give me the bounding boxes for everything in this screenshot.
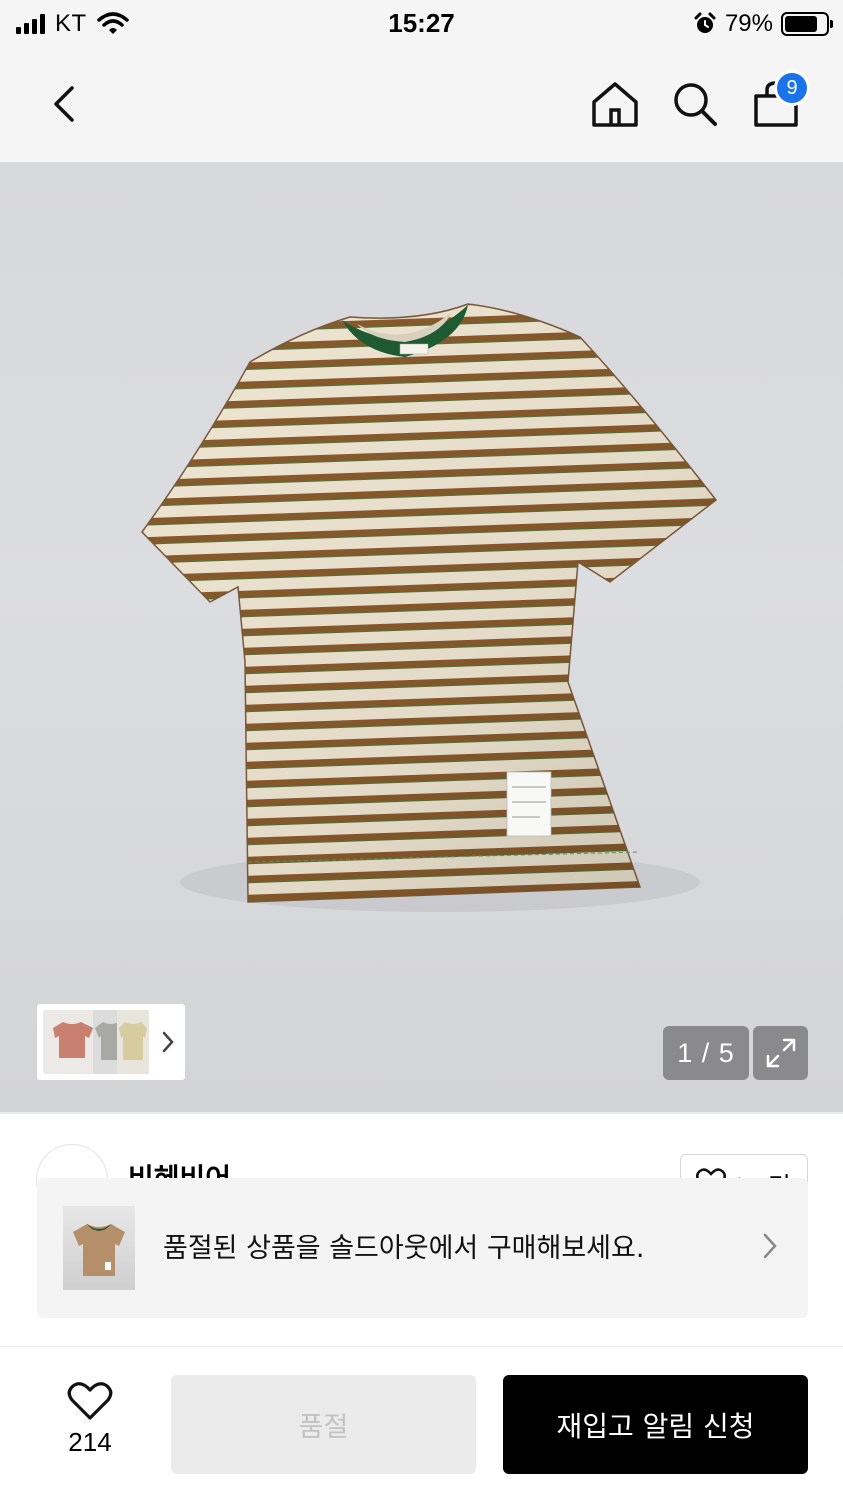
- soldout-marketplace-banner[interactable]: 품절된 상품을 솔드아웃에서 구매해보세요.: [37, 1178, 808, 1318]
- banner-product-thumbnail: [63, 1206, 135, 1290]
- thumbnail-tshirt-beige: [119, 1022, 147, 1060]
- search-icon: [674, 83, 717, 126]
- soldout-button: 품절: [171, 1375, 476, 1474]
- product-image-gallery[interactable]: 1 / 5: [0, 162, 843, 1112]
- status-right: 79%: [693, 8, 833, 40]
- wishlist-count: 214: [68, 1427, 112, 1457]
- heart-icon: [67, 1382, 113, 1420]
- home-button[interactable]: [583, 72, 647, 136]
- restock-alert-button[interactable]: 재입고 알림 신청: [503, 1375, 808, 1474]
- bottom-action-bar: 214 품절 재입고 알림 신청: [0, 1346, 843, 1500]
- cart-count-badge: 9: [774, 70, 810, 106]
- banner-text: 품절된 상품을 솔드아웃에서 구매해보세요.: [163, 1233, 645, 1264]
- product-info-section: 비헤비어 2.1만 품절된 상품을 솔드아웃에서 구매해보세요.: [0, 1112, 843, 1346]
- product-photo-striped-tshirt: [141, 303, 718, 912]
- banner-tshirt-image: [73, 1224, 125, 1276]
- wishlist-button[interactable]: 214: [50, 1381, 130, 1471]
- chevron-right-icon: [763, 1233, 777, 1259]
- image-counter: 1 / 5: [663, 1026, 749, 1080]
- search-button[interactable]: [663, 72, 727, 136]
- battery-percentage: 79%: [724, 10, 773, 37]
- fullscreen-button[interactable]: [753, 1026, 808, 1080]
- battery-icon: [781, 12, 833, 36]
- back-button[interactable]: [32, 72, 96, 136]
- back-arrow-icon: [54, 86, 74, 122]
- color-variant-thumbnails[interactable]: [37, 1004, 185, 1080]
- status-bar: KT 15:27 79%: [0, 0, 843, 50]
- expand-icon: [766, 1038, 795, 1068]
- cart-button[interactable]: 9: [744, 70, 810, 136]
- home-icon: [592, 82, 638, 127]
- alarm-clock-icon: [694, 12, 716, 33]
- top-navigation-bar: 9: [0, 50, 843, 162]
- chevron-right-icon: [162, 1031, 174, 1053]
- variant-thumbnail[interactable]: [117, 1010, 149, 1074]
